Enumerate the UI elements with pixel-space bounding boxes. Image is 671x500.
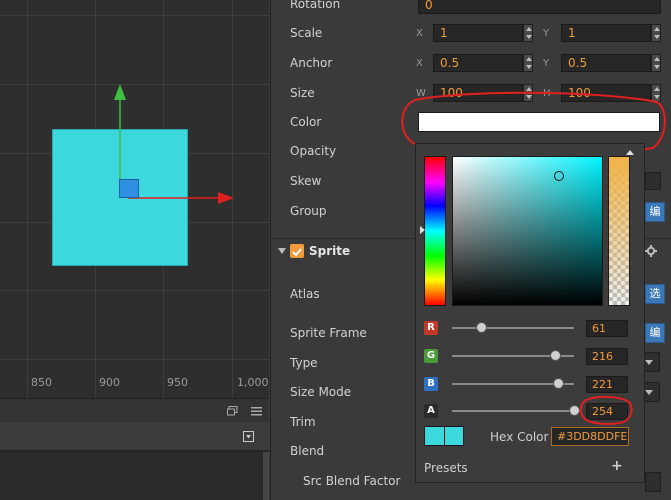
channel-a-slider[interactable] [452, 410, 574, 412]
opacity-label: Opacity [290, 144, 337, 158]
annotation-circle-alpha [579, 395, 633, 425]
scrollbar[interactable] [263, 452, 269, 500]
color-preview-old [425, 427, 445, 445]
atlas-select-button[interactable]: 选 [645, 284, 665, 304]
sprite-frame-edit-button[interactable]: 编 [645, 323, 665, 343]
group-label: Group [290, 204, 327, 218]
anchor-label: Anchor [290, 56, 333, 70]
channel-b-slider-knob[interactable] [552, 378, 564, 389]
hex-color-input[interactable]: #3DD8DDFE [551, 427, 629, 446]
scale-y-stepper[interactable] [651, 24, 661, 42]
src-blend-factor-label: Src Blend Factor [303, 474, 401, 488]
alpha-pointer-icon[interactable] [626, 150, 634, 155]
sprite-enabled-checkbox[interactable] [290, 244, 304, 258]
atlas-label: Atlas [290, 287, 320, 301]
size-mode-label: Size Mode [290, 385, 352, 399]
color-preview [424, 426, 464, 446]
bottom-toolbar [0, 422, 269, 451]
add-preset-button[interactable]: + [611, 458, 623, 474]
trim-label: Trim [290, 415, 316, 429]
blend-label: Blend [290, 444, 325, 458]
sprite-frame-label: Sprite Frame [290, 326, 367, 340]
check-icon [292, 248, 302, 257]
channel-r-badge: R [424, 321, 438, 335]
scale-label: Scale [290, 26, 323, 40]
type-label: Type [290, 356, 318, 370]
presets-label: Presets [424, 461, 468, 475]
ruler-tick-label: 900 [99, 376, 120, 389]
scene-view[interactable]: 850 900 950 1,000 [0, 0, 269, 398]
alpha-slider[interactable] [608, 156, 630, 306]
rotation-input[interactable]: 0 [418, 0, 661, 14]
anchor-handle[interactable] [119, 179, 139, 198]
collapse-arrow-icon[interactable] [278, 247, 286, 255]
channel-a-badge: A [424, 404, 438, 418]
color-label: Color [290, 115, 322, 129]
channel-r-input[interactable]: 61 [586, 320, 628, 337]
scale-x-axis-label: X [416, 28, 423, 39]
move-gizmo[interactable] [0, 0, 269, 398]
skew-label: Skew [290, 174, 322, 188]
gear-icon[interactable] [645, 245, 657, 257]
ruler-tick-label: 850 [31, 376, 52, 389]
sprite-section-title: Sprite [309, 244, 351, 258]
anchor-y-axis-label: Y [543, 58, 550, 69]
channel-g-slider-knob[interactable] [550, 350, 562, 361]
anchor-y-stepper[interactable] [651, 54, 661, 72]
scale-x-stepper[interactable] [523, 24, 533, 42]
anchor-x-axis-label: X [416, 58, 423, 69]
size-label: Size [290, 86, 315, 100]
y-arrow-icon [114, 84, 126, 100]
scale-y-axis-label: Y [543, 28, 550, 39]
dropdown-icon[interactable] [243, 431, 254, 442]
menu-icon[interactable] [251, 406, 262, 416]
scale-y-input[interactable]: 1 [561, 24, 651, 42]
color-preview-new [445, 427, 463, 445]
color-cursor[interactable] [554, 171, 564, 181]
anchor-x-input[interactable]: 0.5 [433, 54, 523, 72]
color-picker-popup: R 61 G 216 B 221 A 254 Hex Color #3DD8DDFE Pres… [415, 143, 645, 483]
bottom-panel-header [0, 398, 269, 423]
group-edit-button[interactable]: 编 [645, 202, 665, 222]
channel-g-badge: G [424, 349, 438, 363]
channel-r-slider[interactable] [452, 327, 574, 329]
ruler-tick-label: 1,000 [237, 376, 269, 389]
saturation-value-area[interactable] [452, 156, 603, 306]
scale-x-input[interactable]: 1 [433, 24, 523, 42]
channel-b-input[interactable]: 221 [586, 376, 628, 393]
hue-slider[interactable] [424, 156, 446, 306]
anchor-x-stepper[interactable] [523, 54, 533, 72]
x-arrow-icon [218, 192, 234, 204]
maximize-icon[interactable] [227, 406, 238, 416]
channel-b-badge: B [424, 377, 438, 391]
anchor-y-input[interactable]: 0.5 [561, 54, 651, 72]
src-blend-factor-select[interactable] [645, 472, 661, 492]
ruler-tick-label: 950 [167, 376, 188, 389]
hex-color-label: Hex Color [490, 430, 549, 444]
skew-input-edge[interactable] [645, 172, 661, 190]
channel-g-input[interactable]: 216 [586, 348, 628, 365]
channel-r-slider-knob[interactable] [476, 322, 488, 333]
hue-pointer-icon[interactable] [420, 226, 425, 234]
rotation-label: Rotation [290, 0, 341, 11]
